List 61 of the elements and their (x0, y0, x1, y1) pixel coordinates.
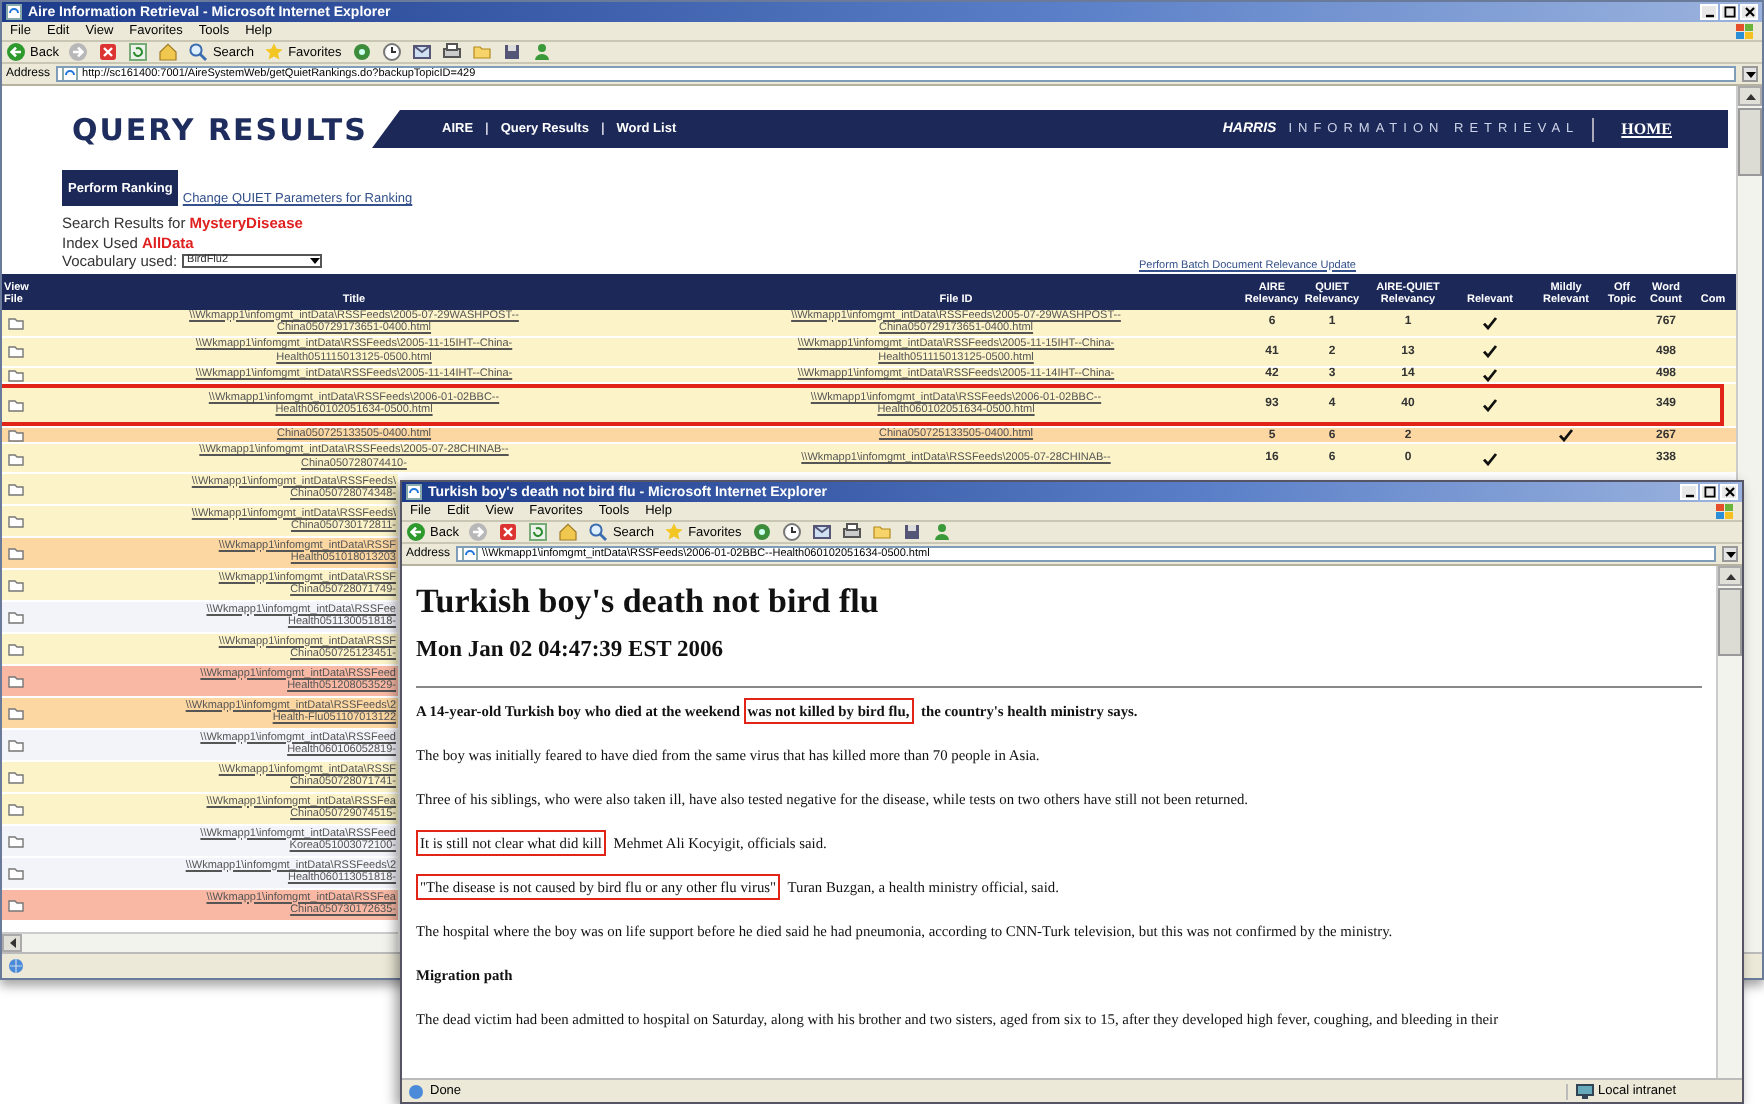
home-link[interactable]: HOME (1605, 120, 1728, 138)
horizontal-scrollbar[interactable] (2, 932, 398, 952)
article-headline: Turkish boy's death not bird flu (416, 582, 881, 622)
minimize-button[interactable] (1680, 484, 1698, 500)
scroll-thumb[interactable] (1718, 588, 1742, 656)
folder-icon (871, 522, 892, 542)
scroll-left-icon (9, 938, 15, 948)
article-date: Mon Jan 02 04:47:39 EST 2006 (416, 638, 725, 662)
caret-icon (309, 258, 320, 265)
printer-icon (841, 522, 862, 542)
mail-icon (811, 522, 832, 542)
page-icon (6, 4, 22, 20)
refresh-icon (528, 522, 549, 542)
minimize-button[interactable] (1700, 4, 1718, 20)
flag-icon (1716, 503, 1734, 519)
back-arrow-icon (406, 522, 426, 542)
scroll-thumb[interactable] (1738, 108, 1762, 176)
close-icon (1723, 486, 1735, 498)
page-icon (408, 1083, 424, 1099)
folder-icon (471, 42, 492, 62)
forward-arrow-icon (468, 522, 489, 542)
page-icon (62, 68, 79, 80)
maximize-button[interactable] (1700, 484, 1718, 500)
search-icon (188, 42, 209, 62)
dropdown-button[interactable] (1742, 66, 1758, 82)
maximize-button[interactable] (1720, 4, 1738, 20)
vertical-scrollbar[interactable] (1716, 566, 1742, 1078)
dropdown-button[interactable] (1722, 546, 1738, 562)
mail-icon (411, 42, 432, 62)
maximize-icon (1723, 6, 1735, 18)
star-icon (264, 42, 285, 62)
printer-icon (441, 42, 462, 62)
refresh-icon (128, 42, 149, 62)
scroll-up-icon (1745, 93, 1755, 99)
back-arrow-icon (6, 42, 26, 62)
media-icon (751, 522, 772, 542)
page-title: QUERY RESULTS (70, 110, 370, 148)
caret-icon (1725, 551, 1735, 557)
maximize-icon (1703, 486, 1715, 498)
close-icon (1743, 6, 1755, 18)
home-icon (158, 42, 179, 62)
stop-icon (498, 522, 519, 542)
history-icon (381, 42, 402, 62)
page-icon (406, 484, 422, 500)
close-button[interactable] (1740, 4, 1758, 20)
globe-icon (8, 958, 24, 974)
forward-arrow-icon (68, 42, 89, 62)
star-icon (664, 522, 685, 542)
person-icon (531, 42, 552, 62)
computer-icon (1576, 1083, 1594, 1099)
close-button[interactable] (1720, 484, 1738, 500)
page-icon (462, 548, 479, 560)
caret-icon (1745, 71, 1755, 77)
search-icon (588, 522, 609, 542)
scroll-up-icon (1725, 573, 1735, 579)
media-icon (351, 42, 372, 62)
home-icon (558, 522, 579, 542)
flag-icon (1736, 23, 1754, 39)
history-icon (781, 522, 802, 542)
person-icon (931, 522, 952, 542)
stop-icon (98, 42, 119, 62)
